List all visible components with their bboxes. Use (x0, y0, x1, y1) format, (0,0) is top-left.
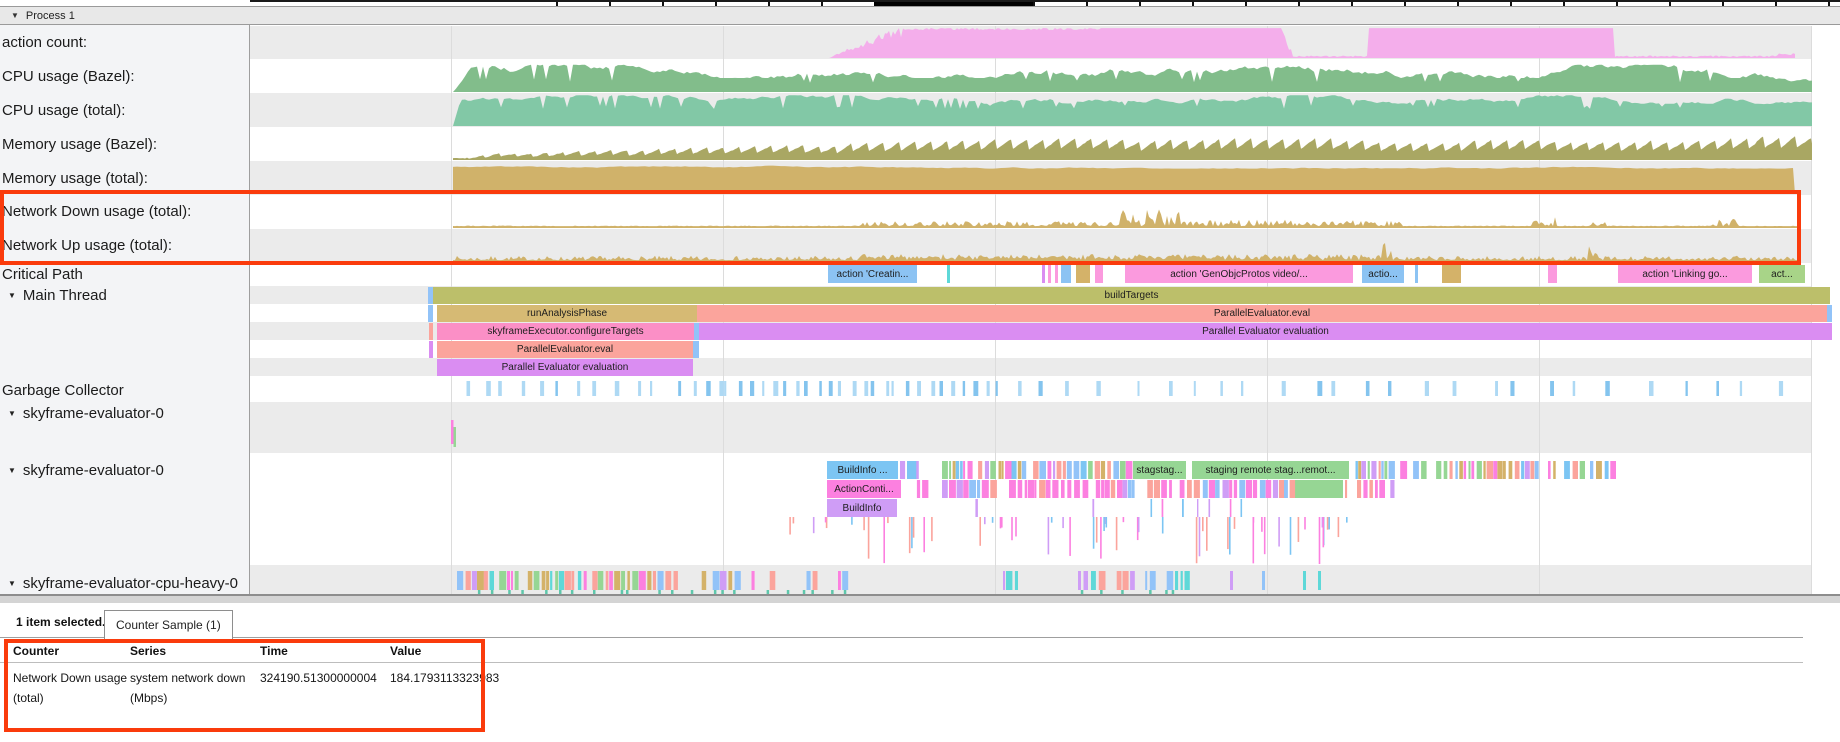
flame-block[interactable]: buildTargets (433, 287, 1830, 304)
track-label-text: CPU usage (total): (2, 102, 125, 119)
flame-sliver[interactable] (947, 265, 950, 283)
flame-sliver[interactable] (1048, 265, 1051, 283)
flame-block[interactable]: skyframeExecutor.configureTargets (437, 323, 694, 340)
flame-block[interactable]: staging remote stag...remot... (1192, 461, 1349, 479)
triangle-down-icon[interactable]: ▼ (8, 409, 16, 418)
flame-sliver[interactable] (428, 305, 433, 322)
flame-sliver[interactable] (1061, 265, 1071, 283)
selection-status: 1 item selected. (16, 615, 105, 629)
track-label-text: Critical Path (2, 266, 83, 283)
counter-chart-action-count[interactable] (250, 26, 1812, 59)
track-label-memory-usage-bazel[interactable]: Memory usage (Bazel): (2, 136, 157, 153)
counter-chart-cpu-usage-total[interactable] (250, 93, 1812, 127)
trace-viewer: ▼ Process 1 1 item selected. Counter Sam… (0, 0, 1840, 742)
details-panel: 1 item selected. Counter Sample (1) Coun… (0, 594, 1840, 742)
flame-sliver[interactable] (907, 461, 917, 479)
flame-sliver[interactable] (1042, 265, 1045, 283)
track-label-text: Memory usage (total): (2, 170, 148, 187)
flame-sliver[interactable] (1076, 265, 1090, 283)
tab-counter-sample[interactable]: Counter Sample (1) (104, 610, 233, 639)
track-label-cpu-usage-total[interactable]: CPU usage (total): (2, 102, 125, 119)
tab-strip-line (0, 637, 1803, 638)
flame-block[interactable]: Parallel Evaluator evaluation (699, 323, 1832, 340)
flame-sliver[interactable] (1827, 305, 1832, 322)
cell-counter[interactable]: Network Down usage (total) (13, 668, 128, 708)
flame-block[interactable]: act... (1759, 265, 1805, 283)
track-label-text: Network Down usage (total): (2, 203, 191, 220)
column-header-series: Series (130, 644, 166, 658)
track-label-text: Main Thread (23, 287, 107, 304)
cell-time[interactable]: 324190.51300000004 (260, 668, 390, 688)
flame-sliver[interactable] (1293, 480, 1343, 498)
flame-sliver[interactable] (429, 341, 433, 358)
triangle-down-icon[interactable]: ▼ (8, 466, 16, 475)
track-label-text: skyframe-evaluator-0 (23, 462, 164, 479)
track-label-text: action count: (2, 34, 87, 51)
flame-block[interactable]: stagstag... (1133, 461, 1186, 479)
flame-sliver[interactable] (1055, 265, 1058, 283)
track-label-text: Garbage Collector (2, 382, 124, 399)
flame-block[interactable]: action 'GenObjcProtos video/... (1125, 265, 1353, 283)
process-title: Process 1 (26, 10, 75, 22)
flame-block[interactable]: action 'Linking go... (1618, 265, 1752, 283)
track-label-action-count[interactable]: action count: (2, 34, 87, 51)
track-label-skyframe-evaluator-0[interactable]: ▼ skyframe-evaluator-0 (8, 405, 164, 422)
cell-series[interactable]: system network down (Mbps) (130, 668, 250, 708)
flame-block[interactable]: runAnalysisPhase (437, 305, 697, 322)
flame-block[interactable]: ActionConti... (827, 480, 901, 498)
flame-sliver[interactable] (900, 461, 905, 479)
table-header-underline (0, 662, 1803, 663)
track-label-skyframe-evaluator-cpu-heavy-0[interactable]: ▼ skyframe-evaluator-cpu-heavy-0 (8, 575, 238, 592)
flame-block[interactable]: BuildInfo (827, 499, 897, 517)
column-header-time: Time (260, 644, 288, 658)
track-label-text: Network Up usage (total): (2, 237, 172, 254)
track-label-garbage-collector[interactable]: Garbage Collector (2, 382, 124, 399)
counter-chart-cpu-usage-bazel[interactable] (250, 59, 1812, 93)
flame-block[interactable]: action 'Creatin... (828, 265, 917, 283)
counter-chart-network-up-usage-total[interactable] (250, 229, 1812, 263)
flame-sliver[interactable] (1415, 265, 1418, 283)
triangle-down-icon[interactable]: ▼ (8, 291, 16, 300)
track-label-network-up-usage-total[interactable]: Network Up usage (total): (2, 237, 172, 254)
flame-block[interactable]: ParallelEvaluator.eval (697, 305, 1827, 322)
flame-block[interactable]: ParallelEvaluator.eval (437, 341, 693, 358)
track-label-cpu-usage-bazel[interactable]: CPU usage (Bazel): (2, 68, 135, 85)
flame-block[interactable]: actio... (1362, 265, 1404, 283)
counter-chart-network-down-usage-total[interactable] (250, 195, 1812, 229)
track-label-text: skyframe-evaluator-cpu-heavy-0 (23, 575, 238, 592)
track-label-text: Memory usage (Bazel): (2, 136, 157, 153)
track-label-critical-path[interactable]: Critical Path (2, 266, 83, 283)
process-header[interactable]: ▼ Process 1 (0, 6, 1840, 25)
row-band (250, 565, 1812, 597)
track-label-text: CPU usage (Bazel): (2, 68, 135, 85)
track-label-skyframe-evaluator-0[interactable]: ▼ skyframe-evaluator-0 (8, 462, 164, 479)
track-label-main-thread[interactable]: ▼ Main Thread (8, 287, 107, 304)
triangle-down-icon: ▼ (11, 11, 19, 20)
row-band (250, 402, 1812, 453)
flame-sliver[interactable] (429, 323, 433, 340)
cell-value[interactable]: 184.1793113323983 (390, 668, 540, 688)
flame-block[interactable]: Parallel Evaluator evaluation (437, 359, 693, 376)
flame-sliver[interactable] (1548, 265, 1557, 283)
column-header-counter: Counter (13, 644, 59, 658)
track-label-text: skyframe-evaluator-0 (23, 405, 164, 422)
track-label-memory-usage-total[interactable]: Memory usage (total): (2, 170, 148, 187)
panel-divider[interactable] (0, 594, 1840, 603)
triangle-down-icon[interactable]: ▼ (8, 579, 16, 588)
flame-sliver[interactable] (1442, 265, 1461, 283)
column-header-value: Value (390, 644, 421, 658)
counter-chart-memory-usage-total[interactable] (250, 161, 1812, 195)
track-label-network-down-usage-total[interactable]: Network Down usage (total): (2, 203, 191, 220)
tab-label: Counter Sample (1) (116, 618, 221, 632)
flame-block[interactable]: BuildInfo ... (827, 461, 898, 479)
flame-sliver[interactable] (1095, 265, 1103, 283)
flame-sliver[interactable] (693, 341, 699, 358)
counter-chart-memory-usage-bazel[interactable] (250, 127, 1812, 161)
